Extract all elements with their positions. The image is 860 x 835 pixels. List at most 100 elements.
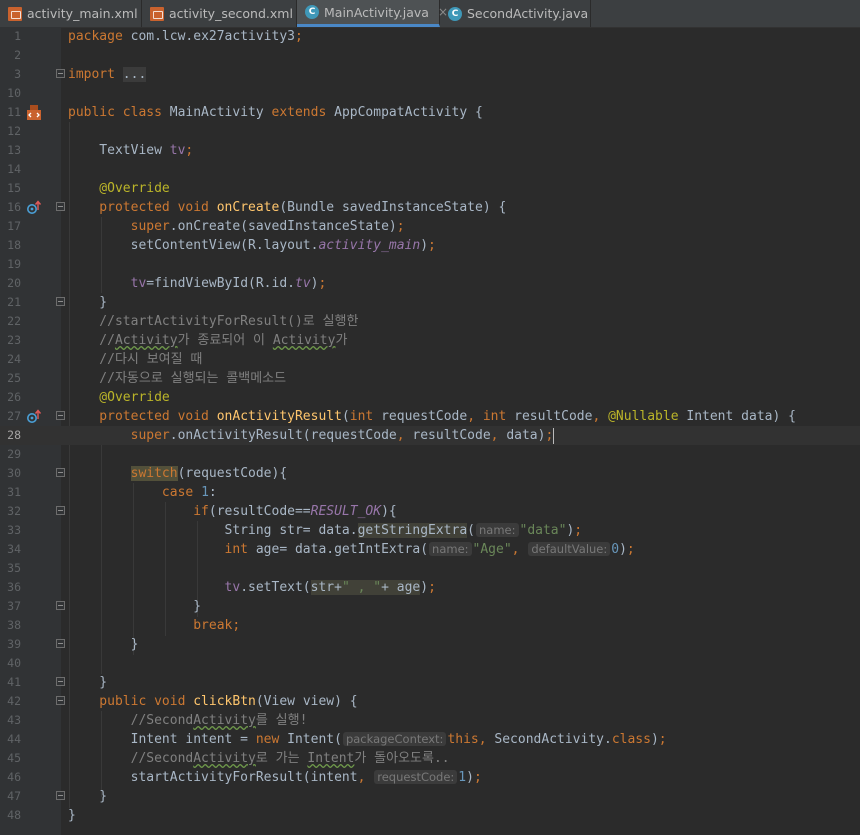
tab-second-activity-java[interactable]: C SecondActivity.java — [440, 0, 591, 27]
code-line[interactable]: 10 — [0, 84, 860, 103]
code-line[interactable]: 3 import ... — [0, 65, 860, 84]
override-method-icon[interactable] — [26, 409, 42, 424]
tab-activity-second-xml[interactable]: activity_second.xml — [142, 0, 297, 27]
code-line[interactable]: 39 } — [0, 635, 860, 654]
code-text: switch(requestCode){ — [68, 465, 287, 482]
fold-toggle-icon[interactable] — [56, 601, 65, 610]
code-token: @Override — [68, 181, 170, 196]
line-number: 21 — [7, 295, 21, 309]
line-number: 46 — [7, 770, 21, 784]
fold-toggle-icon[interactable] — [56, 639, 65, 648]
code-line[interactable]: 11 public class MainActivity extends AppC… — [0, 103, 860, 122]
line-number: 48 — [7, 808, 21, 822]
tab-main-activity-java[interactable]: C MainActivity.java × — [297, 0, 448, 27]
code-line[interactable]: 25 //자동으로 실행되는 콜백메소드 — [0, 369, 860, 388]
code-line[interactable]: 43 //SecondActivity를 실행! — [0, 711, 860, 730]
fold-toggle-icon[interactable] — [56, 506, 65, 515]
code-token: ( — [467, 523, 475, 538]
code-token: AppCompatActivity { — [334, 105, 483, 120]
code-text: tv.setText(str+" , "+ age); — [68, 579, 436, 596]
code-text: public void clickBtn(View view) { — [68, 693, 357, 710]
xml-file-icon — [8, 6, 22, 21]
line-number: 12 — [7, 124, 21, 138]
code-line[interactable]: 47 } — [0, 787, 860, 806]
code-editor[interactable]: 1 package com.lcw.ex27activity3; 2 3 import … — [0, 27, 860, 825]
code-line[interactable]: 38 break; — [0, 616, 860, 635]
code-line[interactable]: 34 int age= data.getIntExtra(name: "Age",… — [0, 540, 860, 559]
code-line[interactable]: 33 String str= data.getStringExtra(name:… — [0, 521, 860, 540]
line-number: 17 — [7, 219, 21, 233]
code-token: onCreate — [216, 200, 280, 215]
code-line[interactable]: 26 @Override — [0, 388, 860, 407]
fold-toggle-icon[interactable] — [56, 297, 65, 306]
code-line[interactable]: 27 protected void onActivityResult(int r… — [0, 407, 860, 426]
fold-toggle-icon[interactable] — [56, 69, 65, 78]
code-token: tv — [68, 276, 147, 291]
code-text: startActivityForResult(intent, requestCo… — [68, 769, 482, 786]
code-line[interactable]: 32 if(resultCode==RESULT_OK){ — [0, 502, 860, 521]
fold-toggle-icon[interactable] — [56, 696, 65, 705]
code-text: @Override — [68, 180, 170, 197]
code-line[interactable]: 17 super.onCreate(savedInstanceState); — [0, 217, 860, 236]
code-token: (resultCode== — [208, 504, 311, 519]
line-number: 24 — [7, 352, 21, 366]
code-line[interactable]: 16 protected void onCreate(Bundle savedI… — [0, 198, 860, 217]
line-number: 25 — [7, 371, 21, 385]
code-line[interactable]: 23 //Activity가 종료되어 이 Activity가 — [0, 331, 860, 350]
line-number: 26 — [7, 390, 21, 404]
code-line[interactable]: 15 @Override — [0, 179, 860, 198]
code-token: ; — [658, 732, 667, 747]
code-token: tv — [295, 276, 311, 291]
code-line[interactable]: 36 tv.setText(str+" , "+ age); — [0, 578, 860, 597]
code-line[interactable]: 24 //다시 보여질 때 — [0, 350, 860, 369]
tab-activity-main-xml[interactable]: activity_main.xml — [0, 0, 142, 27]
code-line[interactable]: 20 tv=findViewById(R.id.tv); — [0, 274, 860, 293]
line-number: 37 — [7, 599, 21, 613]
code-line[interactable]: 1 package com.lcw.ex27activity3; — [0, 27, 860, 46]
code-line[interactable]: 46 startActivityForResult(intent, reques… — [0, 768, 860, 787]
java-class-icon: C — [448, 6, 462, 21]
code-line[interactable]: 30 switch(requestCode){ — [0, 464, 860, 483]
code-line[interactable]: 35 — [0, 559, 860, 578]
line-number: 20 — [7, 276, 21, 290]
code-token: Activity — [193, 713, 256, 728]
fold-toggle-icon[interactable] — [56, 791, 65, 800]
code-line[interactable]: 14 — [0, 160, 860, 179]
code-token: Intent( — [287, 732, 342, 747]
code-token: Activity — [272, 333, 336, 348]
fold-toggle-icon[interactable] — [56, 468, 65, 477]
code-line[interactable]: 21 } — [0, 293, 860, 312]
fold-toggle-icon[interactable] — [56, 677, 65, 686]
code-line[interactable]: 37 } — [0, 597, 860, 616]
code-line[interactable]: 44 Intent intent = new Intent(packageCon… — [0, 730, 860, 749]
tab-label: MainActivity.java — [324, 4, 429, 20]
code-line[interactable]: 12 — [0, 122, 860, 141]
code-line[interactable]: 48} — [0, 806, 860, 825]
code-line[interactable]: 13 TextView tv; — [0, 141, 860, 160]
code-text: public class MainActivity extends AppCom… — [68, 104, 483, 121]
line-number: 33 — [7, 523, 21, 537]
code-line[interactable]: 45 //SecondActivity로 가는 Intent가 돌아오도록.. — [0, 749, 860, 768]
code-token: 가 종료되어 이 — [177, 333, 273, 348]
code-line[interactable]: 2 — [0, 46, 860, 65]
code-line[interactable]: 40 — [0, 654, 860, 673]
code-line[interactable]: 22 //startActivityForResult()로 실행한 — [0, 312, 860, 331]
code-text: //자동으로 실행되는 콜백메소드 — [68, 370, 286, 387]
code-line[interactable]: 31 case 1: — [0, 483, 860, 502]
override-method-icon[interactable] — [26, 200, 42, 215]
line-number: 29 — [7, 447, 21, 461]
code-line[interactable]: 42 public void clickBtn(View view) { — [0, 692, 860, 711]
code-line[interactable]: 29 — [0, 445, 860, 464]
code-line[interactable]: 28 super.onActivityResult(requestCode, r… — [0, 426, 860, 445]
fold-toggle-icon[interactable] — [56, 411, 65, 420]
code-token: , — [511, 542, 528, 557]
fold-toggle-icon[interactable] — [56, 202, 65, 211]
code-line[interactable]: 18 setContentView(R.layout.activity_main… — [0, 236, 860, 255]
android-activity-icon[interactable] — [26, 105, 42, 120]
code-line[interactable]: 19 — [0, 255, 860, 274]
code-token: .onCreate(savedInstanceState) — [169, 219, 397, 234]
code-text: @Override — [68, 389, 169, 406]
line-number: 36 — [7, 580, 21, 594]
code-token: } — [68, 789, 108, 804]
code-line[interactable]: 41 } — [0, 673, 860, 692]
